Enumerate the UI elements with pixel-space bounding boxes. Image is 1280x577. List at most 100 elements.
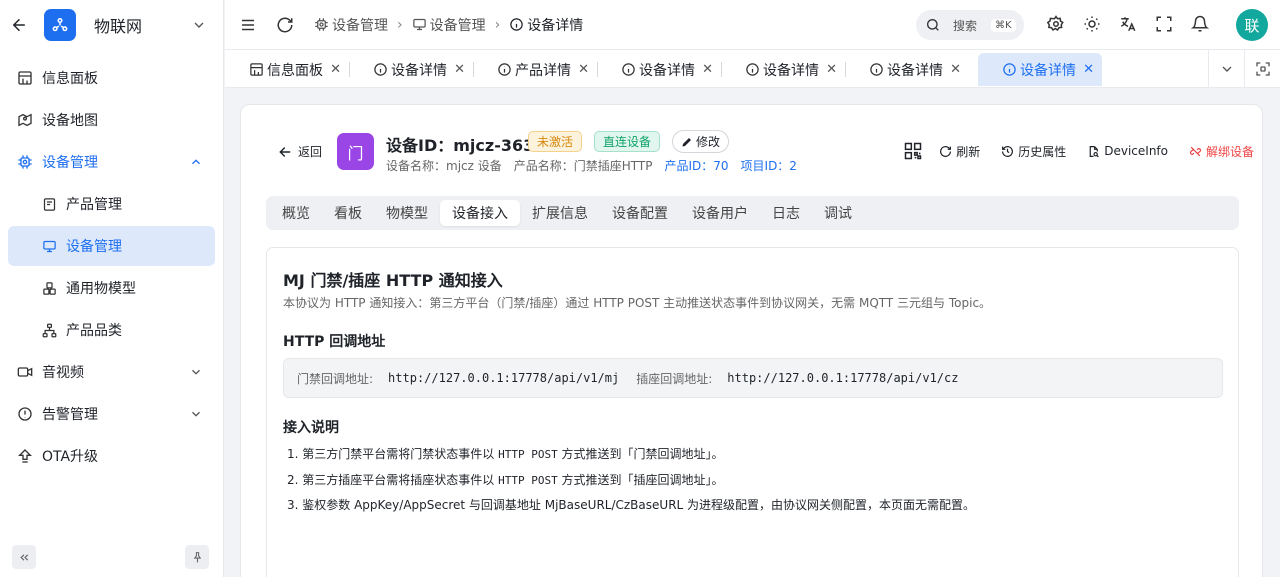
breadcrumb-item[interactable]: 设备管理 — [412, 15, 486, 35]
file-search-icon — [1087, 145, 1100, 158]
subtab-debug[interactable]: 调试 — [812, 200, 864, 226]
close-icon[interactable]: ✕ — [702, 62, 713, 77]
panel-title: MJ 门禁/插座 HTTP 通知接入 — [283, 271, 503, 290]
project-id-link[interactable]: 项目ID：2 — [741, 157, 797, 174]
edit-label: 修改 — [696, 135, 721, 149]
search-box[interactable]: 搜索 ⌘K — [916, 10, 1024, 40]
sidebar-item-alarm[interactable]: 告警管理 — [8, 394, 215, 434]
close-icon[interactable]: ✕ — [330, 62, 341, 77]
close-icon[interactable]: ✕ — [826, 62, 837, 77]
app-logo-icon — [44, 9, 76, 41]
tab-product-detail[interactable]: 产品详情 ✕ — [473, 53, 598, 86]
list-item: 1. 第三方门禁平台需将门禁状态事件以 HTTP POST 方式推送到「门禁回调… — [287, 445, 975, 471]
subtab-device-users[interactable]: 设备用户 — [680, 200, 760, 226]
pin-icon[interactable] — [185, 545, 209, 569]
device-icon — [40, 237, 58, 255]
step-text: 2. 第三方插座平台需将插座状态事件以 — [287, 472, 499, 487]
sidebar-item-label: 告警管理 — [42, 407, 98, 423]
socket-url-value[interactable]: http://127.0.0.1:17778/api/v1/cz — [727, 371, 958, 385]
bell-icon[interactable] — [1191, 15, 1209, 33]
upload-icon — [16, 447, 34, 465]
sidebar-footer — [12, 545, 209, 569]
close-icon[interactable]: ✕ — [578, 62, 589, 77]
tab-device-detail[interactable]: 设备详情 ✕ — [721, 53, 846, 86]
settings-icon[interactable] — [1047, 15, 1065, 33]
sidebar-item-device-map[interactable]: 设备地图 — [8, 100, 215, 140]
close-icon[interactable]: ✕ — [950, 62, 961, 77]
status-badge: 未激活 — [528, 131, 583, 152]
product-name: 产品名称：门禁插座HTTP — [513, 159, 653, 173]
subtab-device-config[interactable]: 设备配置 — [600, 200, 680, 226]
unbind-button[interactable]: 解绑设备 — [1189, 143, 1254, 160]
sidebar-item-device-management[interactable]: 设备管理 — [8, 142, 215, 182]
close-icon[interactable]: ✕ — [454, 62, 465, 77]
breadcrumb: 设备管理 › 设备管理 › 设备详情 — [314, 15, 583, 35]
device-info-button[interactable]: DeviceInfo — [1087, 144, 1168, 158]
translate-icon[interactable] — [1119, 15, 1137, 33]
breadcrumb-separator-icon: › — [397, 16, 403, 33]
back-button[interactable]: 返回 — [277, 143, 322, 160]
arrow-left-icon[interactable] — [10, 16, 28, 34]
map-pin-icon — [16, 111, 34, 129]
subtab-extended-info[interactable]: 扩展信息 — [520, 200, 600, 226]
device-type-badge: 直连设备 — [594, 131, 661, 152]
sun-icon[interactable] — [1083, 15, 1101, 33]
door-url-label: 门禁回调地址: — [297, 371, 374, 386]
door-url-value[interactable]: http://127.0.0.1:17778/api/v1/mj — [388, 371, 619, 385]
sidebar-item-product-category[interactable]: 产品品类 — [8, 310, 215, 350]
subtab-logs[interactable]: 日志 — [760, 200, 812, 226]
subtab-device-access[interactable]: 设备接入 — [440, 200, 520, 226]
product-id-link[interactable]: 产品ID：70 — [664, 157, 728, 174]
chevron-down-icon[interactable] — [191, 17, 207, 33]
edit-button[interactable]: 修改 — [672, 130, 730, 153]
tab-device-detail-active[interactable]: 设备详情 ✕ — [978, 53, 1102, 86]
sidebar-item-product-management[interactable]: 产品管理 — [8, 184, 215, 224]
qrcode-button[interactable] — [903, 141, 923, 161]
sidebar-menu: 信息面板 设备地图 设备管理 产品管理 设备管理 通用物模型 产品品类 音视频 … — [0, 50, 223, 476]
dashboard-icon — [16, 69, 34, 87]
sidebar-item-device-list[interactable]: 设备管理 — [8, 226, 215, 266]
tab-device-detail[interactable]: 设备详情 ✕ — [845, 53, 969, 86]
subtab-board[interactable]: 看板 — [322, 200, 374, 226]
search-icon — [925, 17, 941, 33]
device-actions: 刷新 历史属性 DeviceInfo 解绑设备 — [903, 141, 1254, 161]
sidebar-item-dashboard[interactable]: 信息面板 — [8, 58, 215, 98]
breadcrumb-item-current: 设备详情 — [509, 15, 583, 35]
refresh-button[interactable]: 刷新 — [939, 143, 980, 160]
socket-url-label: 插座回调地址: — [636, 371, 713, 386]
video-icon — [16, 363, 34, 381]
info-icon — [509, 17, 524, 32]
chevron-down-icon[interactable] — [1208, 50, 1244, 88]
tab-device-detail[interactable]: 设备详情 ✕ — [349, 53, 474, 86]
subtab-overview[interactable]: 概览 — [270, 200, 322, 226]
instructions-list: 1. 第三方门禁平台需将门禁状态事件以 HTTP POST 方式推送到「门禁回调… — [287, 445, 975, 522]
device-title: 设备ID：mjcz-363 — [386, 136, 535, 155]
device-icon — [412, 17, 427, 32]
pencil-icon — [681, 136, 693, 148]
refresh-icon[interactable] — [276, 16, 294, 34]
avatar[interactable]: 联 — [1236, 9, 1268, 41]
step-text: 方式推送到「门禁回调地址」。 — [557, 447, 724, 461]
breadcrumb-item[interactable]: 设备管理 — [314, 15, 388, 35]
tab-dashboard[interactable]: 信息面板 ✕ — [225, 53, 350, 86]
sidebar-item-ota[interactable]: OTA升级 — [8, 436, 215, 476]
close-icon[interactable]: ✕ — [1083, 62, 1094, 77]
sidebar-item-thing-model[interactable]: 通用物模型 — [8, 268, 215, 308]
menu-icon[interactable] — [239, 16, 257, 34]
history-button[interactable]: 历史属性 — [1001, 143, 1066, 160]
subtab-thing-model[interactable]: 物模型 — [374, 200, 440, 226]
device-meta: 设备名称：mjcz 设备 产品名称：门禁插座HTTP 产品ID：70 项目ID：… — [386, 157, 809, 174]
fullscreen-icon[interactable] — [1155, 15, 1173, 33]
device-detail-card: 返回 门 设备ID：mjcz-363 未激活 直连设备 修改 设备名称：mjcz… — [240, 104, 1263, 577]
collapse-sidebar-icon[interactable] — [12, 545, 36, 569]
info-icon — [373, 62, 388, 77]
info-icon — [1002, 62, 1017, 77]
sidebar-brand: 物联网 — [0, 0, 223, 50]
sidebar-item-label: 信息面板 — [42, 71, 98, 87]
sidebar-item-label: OTA升级 — [42, 449, 99, 465]
step-code: HTTP POST — [498, 473, 558, 487]
device-name: 设备名称：mjcz 设备 — [386, 159, 502, 173]
tab-device-detail[interactable]: 设备详情 ✕ — [597, 53, 722, 86]
maximize-icon[interactable] — [1244, 50, 1280, 88]
sidebar-item-media[interactable]: 音视频 — [8, 352, 215, 392]
